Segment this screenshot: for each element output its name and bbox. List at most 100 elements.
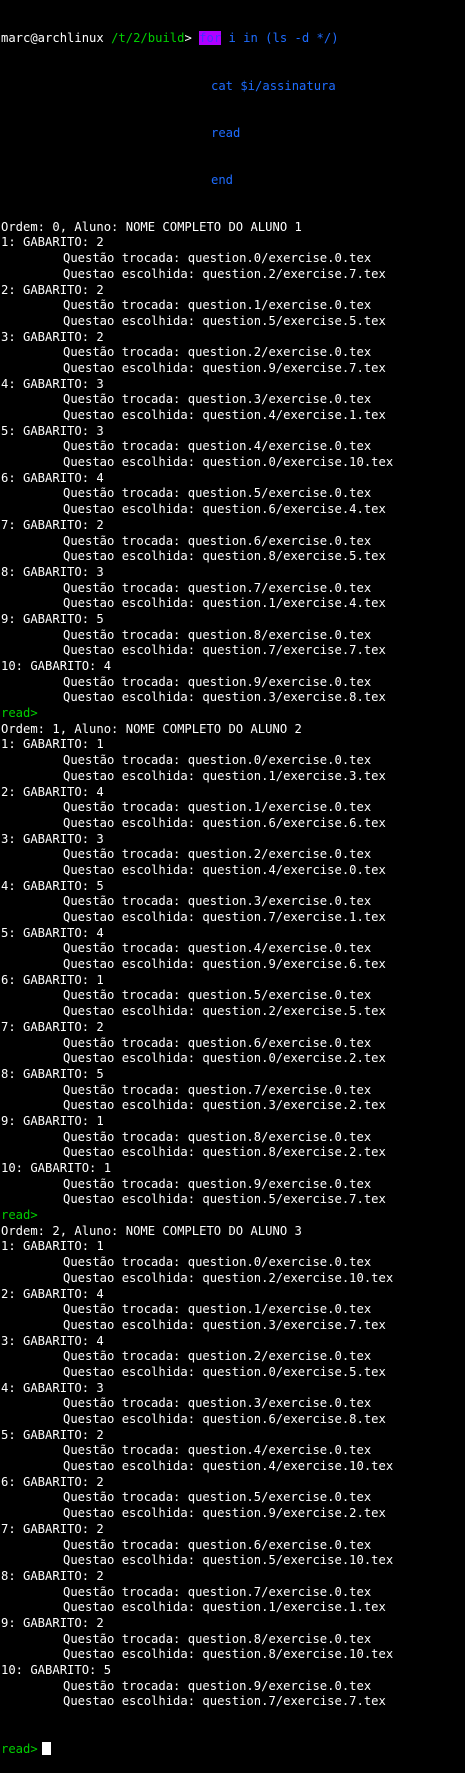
- read-prompt-line: read>: [1, 706, 38, 721]
- gabarito-line: 5: GABARITO: 2: [1, 1427, 104, 1442]
- prompt-user-host: marc@archlinux: [1, 31, 104, 46]
- prompt-path: /t/2/build: [111, 31, 185, 46]
- gabarito-line: 7: GABARITO: 2: [1, 517, 104, 532]
- questao-trocada-line: Questão trocada: question.9/exercise.0.t…: [63, 1678, 372, 1693]
- questao-escolhida-line: Questao escolhida: question.3/exercise.8…: [63, 690, 386, 705]
- questao-escolhida-line: Questao escolhida: question.6/exercise.6…: [63, 815, 386, 830]
- questao-trocada-line: Questão trocada: question.2/exercise.0.t…: [63, 847, 372, 862]
- gabarito-line: 6: GABARITO: 4: [1, 470, 104, 485]
- questao-trocada-line: Questão trocada: question.6/exercise.0.t…: [63, 1035, 372, 1050]
- gabarito-line: 9: GABARITO: 5: [1, 611, 104, 626]
- questao-escolhida-line: Questao escolhida: question.9/exercise.7…: [63, 360, 386, 375]
- questao-trocada-line: Questão trocada: question.2/exercise.0.t…: [63, 345, 372, 360]
- command-line-3: read: [1, 126, 465, 142]
- questao-trocada-line: Questão trocada: question.3/exercise.0.t…: [63, 392, 372, 407]
- questao-trocada-line: Questão trocada: question.4/exercise.0.t…: [63, 439, 372, 454]
- gabarito-line: 8: GABARITO: 5: [1, 1066, 104, 1081]
- gabarito-line: 2: GABARITO: 4: [1, 1286, 104, 1301]
- questao-trocada-line: Questão trocada: question.0/exercise.0.t…: [63, 1255, 372, 1270]
- questao-trocada-line: Questão trocada: question.6/exercise.0.t…: [63, 533, 372, 548]
- questao-trocada-line: Questão trocada: question.1/exercise.0.t…: [63, 1302, 372, 1317]
- command-line-2: cat $i/assinatura: [1, 79, 465, 95]
- questao-trocada-line: Questão trocada: question.0/exercise.0.t…: [63, 251, 372, 266]
- command-text: i in (ls -d */): [221, 31, 339, 46]
- questao-trocada-line: Questão trocada: question.7/exercise.0.t…: [63, 1082, 372, 1097]
- gabarito-line: 6: GABARITO: 2: [1, 1474, 104, 1489]
- questao-escolhida-line: Questao escolhida: question.8/exercise.1…: [63, 1647, 394, 1662]
- questao-escolhida-line: Questao escolhida: question.3/exercise.7…: [63, 1317, 386, 1332]
- questao-trocada-line: Questão trocada: question.2/exercise.0.t…: [63, 1349, 372, 1364]
- command-end: end: [211, 172, 234, 187]
- questao-escolhida-line: Questao escolhida: question.1/exercise.1…: [63, 1600, 386, 1615]
- gabarito-line: 9: GABARITO: 2: [1, 1615, 104, 1630]
- questao-trocada-line: Questão trocada: question.9/exercise.0.t…: [63, 674, 372, 689]
- gabarito-line: 10: GABARITO: 5: [1, 1663, 112, 1678]
- terminal-output: Ordem: 0, Aluno: NOME COMPLETO DO ALUNO …: [1, 220, 465, 1710]
- questao-trocada-line: Questão trocada: question.8/exercise.0.t…: [63, 1129, 372, 1144]
- questao-trocada-line: Questão trocada: question.5/exercise.0.t…: [63, 988, 372, 1003]
- gabarito-line: 1: GABARITO: 1: [1, 1239, 104, 1254]
- gabarito-line: 5: GABARITO: 3: [1, 423, 104, 438]
- questao-trocada-line: Questão trocada: question.4/exercise.0.t…: [63, 1443, 372, 1458]
- questao-escolhida-line: Questao escolhida: question.9/exercise.2…: [63, 1506, 386, 1521]
- gabarito-line: 5: GABARITO: 4: [1, 925, 104, 940]
- questao-escolhida-line: Questao escolhida: question.6/exercise.4…: [63, 502, 386, 517]
- prompt-symbol: >: [184, 31, 192, 46]
- read-prompt-line: read>: [1, 1208, 38, 1223]
- gabarito-line: 7: GABARITO: 2: [1, 1521, 104, 1536]
- gabarito-line: 6: GABARITO: 1: [1, 972, 104, 987]
- student-header: Ordem: 2, Aluno: NOME COMPLETO DO ALUNO …: [1, 1223, 302, 1238]
- read-prompt: read>: [1, 1741, 38, 1756]
- gabarito-line: 2: GABARITO: 4: [1, 784, 104, 799]
- gabarito-line: 3: GABARITO: 4: [1, 1333, 104, 1348]
- questao-escolhida-line: Questao escolhida: question.3/exercise.2…: [63, 1098, 386, 1113]
- questao-escolhida-line: Questao escolhida: question.2/exercise.5…: [63, 1004, 386, 1019]
- questao-escolhida-line: Questao escolhida: question.4/exercise.1…: [63, 408, 386, 423]
- questao-escolhida-line: Questao escolhida: question.8/exercise.5…: [63, 549, 386, 564]
- gabarito-line: 2: GABARITO: 2: [1, 282, 104, 297]
- questao-escolhida-line: Questao escolhida: question.0/exercise.1…: [63, 455, 394, 470]
- questao-escolhida-line: Questao escolhida: question.7/exercise.1…: [63, 910, 386, 925]
- questao-trocada-line: Questão trocada: question.5/exercise.0.t…: [63, 486, 372, 501]
- command-cat: cat $i/assinatura: [211, 78, 336, 93]
- student-header: Ordem: 1, Aluno: NOME COMPLETO DO ALUNO …: [1, 721, 302, 736]
- questao-escolhida-line: Questao escolhida: question.7/exercise.7…: [63, 1694, 386, 1709]
- questao-escolhida-line: Questao escolhida: question.8/exercise.2…: [63, 1145, 386, 1160]
- questao-escolhida-line: Questao escolhida: question.5/exercise.1…: [63, 1553, 394, 1568]
- questao-trocada-line: Questão trocada: question.0/exercise.0.t…: [63, 753, 372, 768]
- gabarito-line: 4: GABARITO: 3: [1, 1380, 104, 1395]
- gabarito-line: 10: GABARITO: 4: [1, 659, 112, 674]
- questao-escolhida-line: Questao escolhida: question.0/exercise.2…: [63, 1051, 386, 1066]
- questao-escolhida-line: Questao escolhida: question.2/exercise.1…: [63, 1270, 394, 1285]
- questao-trocada-line: Questão trocada: question.8/exercise.0.t…: [63, 1631, 372, 1646]
- command-line-1: marc@archlinux /t/2/build> for i in (ls …: [1, 31, 465, 47]
- questao-escolhida-line: Questao escolhida: question.4/exercise.1…: [63, 1459, 394, 1474]
- questao-trocada-line: Questão trocada: question.7/exercise.0.t…: [63, 580, 372, 595]
- questao-trocada-line: Questão trocada: question.3/exercise.0.t…: [63, 894, 372, 909]
- questao-trocada-line: Questão trocada: question.1/exercise.0.t…: [63, 298, 372, 313]
- questao-escolhida-line: Questao escolhida: question.4/exercise.0…: [63, 862, 386, 877]
- gabarito-line: 4: GABARITO: 3: [1, 376, 104, 391]
- questao-escolhida-line: Questao escolhida: question.7/exercise.7…: [63, 643, 386, 658]
- questao-trocada-line: Questão trocada: question.4/exercise.0.t…: [63, 941, 372, 956]
- student-header: Ordem: 0, Aluno: NOME COMPLETO DO ALUNO …: [1, 219, 302, 234]
- gabarito-line: 1: GABARITO: 2: [1, 235, 104, 250]
- gabarito-line: 8: GABARITO: 2: [1, 1568, 104, 1583]
- questao-escolhida-line: Questao escolhida: question.6/exercise.8…: [63, 1412, 386, 1427]
- questao-escolhida-line: Questao escolhida: question.5/exercise.5…: [63, 313, 386, 328]
- gabarito-line: 8: GABARITO: 3: [1, 564, 104, 579]
- gabarito-line: 3: GABARITO: 2: [1, 329, 104, 344]
- final-prompt-line[interactable]: read>: [1, 1741, 465, 1758]
- gabarito-line: 7: GABARITO: 2: [1, 1019, 104, 1034]
- questao-trocada-line: Questão trocada: question.9/exercise.0.t…: [63, 1176, 372, 1191]
- questao-escolhida-line: Questao escolhida: question.9/exercise.6…: [63, 957, 386, 972]
- questao-trocada-line: Questão trocada: question.1/exercise.0.t…: [63, 800, 372, 815]
- questao-escolhida-line: Questao escolhida: question.5/exercise.7…: [63, 1192, 386, 1207]
- gabarito-line: 10: GABARITO: 1: [1, 1161, 112, 1176]
- terminal-window[interactable]: marc@archlinux /t/2/build> for i in (ls …: [1, 0, 465, 1756]
- questao-escolhida-line: Questao escolhida: question.2/exercise.7…: [63, 266, 386, 281]
- gabarito-line: 1: GABARITO: 1: [1, 737, 104, 752]
- gabarito-line: 9: GABARITO: 1: [1, 1113, 104, 1128]
- command-line-4: end: [1, 173, 465, 189]
- questao-trocada-line: Questão trocada: question.8/exercise.0.t…: [63, 627, 372, 642]
